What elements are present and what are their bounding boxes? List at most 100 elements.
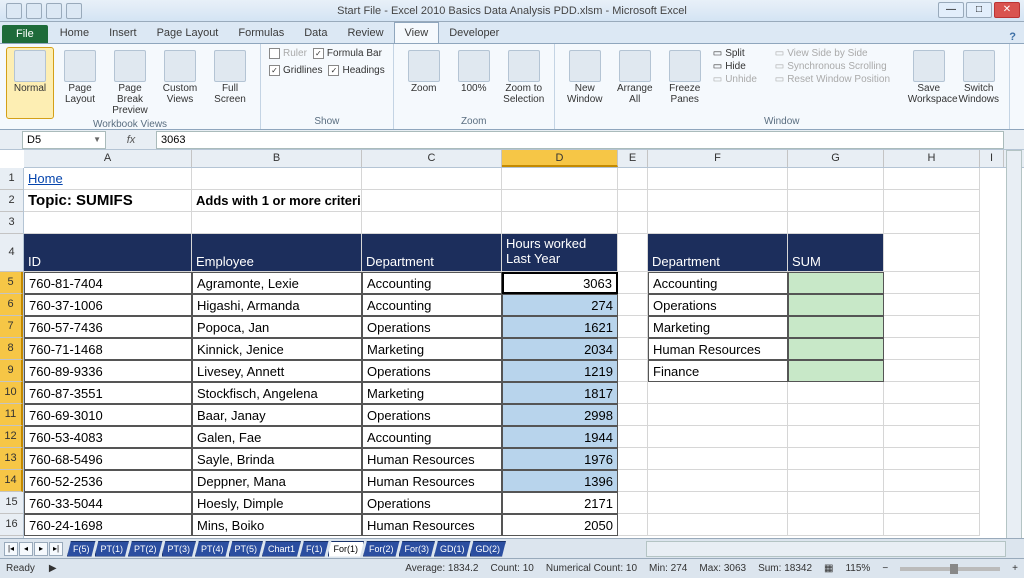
cell-employee[interactable]: Livesey, Annett (192, 360, 362, 382)
side-dept[interactable]: Operations (648, 294, 788, 316)
name-box[interactable]: D5▼ (22, 131, 106, 149)
cell[interactable] (884, 492, 980, 514)
header-department[interactable]: Department (362, 234, 502, 272)
ruler-checkbox[interactable]: Ruler (267, 47, 309, 60)
cell[interactable] (884, 168, 980, 190)
col-header-a[interactable]: A (24, 150, 192, 167)
cell[interactable] (618, 426, 648, 448)
row-header-6[interactable]: 6 (0, 294, 23, 316)
cell-hours[interactable]: 2171 (502, 492, 618, 514)
cell[interactable] (618, 514, 648, 536)
cell-id[interactable]: 760-52-2536 (24, 470, 192, 492)
col-header-e[interactable]: E (618, 150, 648, 167)
cell[interactable] (884, 294, 980, 316)
formula-input[interactable]: 3063 (156, 131, 1004, 149)
tab-developer[interactable]: Developer (439, 23, 509, 43)
cell[interactable] (648, 212, 788, 234)
cell-dept[interactable]: Accounting (362, 294, 502, 316)
cell-id[interactable]: 760-53-4083 (24, 426, 192, 448)
row-header-3[interactable]: 3 (0, 212, 23, 234)
cell-dept[interactable]: Marketing (362, 382, 502, 404)
full-screen-button[interactable]: Full Screen (206, 47, 254, 119)
col-header-i[interactable]: I (980, 150, 1004, 167)
side-dept[interactable]: Marketing (648, 316, 788, 338)
zoom-selection-button[interactable]: Zoom to Selection (500, 47, 548, 108)
horizontal-scrollbar[interactable] (646, 541, 1006, 557)
cell[interactable] (618, 492, 648, 514)
cell-employee[interactable]: Higashi, Armanda (192, 294, 362, 316)
tab-formulas[interactable]: Formulas (228, 23, 294, 43)
prev-sheet-button[interactable]: ◂ (19, 542, 33, 556)
cell-dept[interactable]: Operations (362, 492, 502, 514)
view-normal-icon[interactable]: ▦ (824, 563, 833, 574)
cell[interactable] (618, 168, 648, 190)
cell[interactable] (618, 404, 648, 426)
cell-hours[interactable]: 3063 (502, 272, 618, 294)
cell[interactable] (884, 470, 980, 492)
cell-id[interactable]: 760-24-1698 (24, 514, 192, 536)
zoom-button[interactable]: Zoom (400, 47, 448, 108)
gridlines-checkbox[interactable]: Gridlines (267, 64, 324, 77)
fx-label[interactable]: fx (106, 134, 156, 146)
cell-employee[interactable]: Baar, Janay (192, 404, 362, 426)
row-header-1[interactable]: 1 (0, 168, 23, 190)
cell-dept[interactable]: Human Resources (362, 448, 502, 470)
cell-dept[interactable]: Accounting (362, 426, 502, 448)
sheet-tab-PT(1)[interactable]: PT(1) (95, 541, 130, 557)
tab-data[interactable]: Data (294, 23, 337, 43)
tab-home[interactable]: Home (50, 23, 99, 43)
cell-hours[interactable]: 1219 (502, 360, 618, 382)
cell[interactable] (884, 338, 980, 360)
side-header-dept[interactable]: Department (648, 234, 788, 272)
cell[interactable] (648, 514, 788, 536)
cell[interactable] (648, 492, 788, 514)
side-dept[interactable]: Human Resources (648, 338, 788, 360)
hide-button[interactable]: ▭Hide (711, 60, 771, 73)
cell[interactable] (618, 448, 648, 470)
cell[interactable] (788, 190, 884, 212)
sheet-tab-PT(4)[interactable]: PT(4) (195, 541, 230, 557)
cell[interactable] (648, 168, 788, 190)
cell-employee[interactable]: Hoesly, Dimple (192, 492, 362, 514)
cell[interactable] (884, 426, 980, 448)
cell-dept[interactable]: Human Resources (362, 470, 502, 492)
cell[interactable] (884, 234, 980, 272)
side-sum[interactable] (788, 272, 884, 294)
cell[interactable] (884, 316, 980, 338)
tab-view[interactable]: View (394, 22, 440, 43)
col-header-g[interactable]: G (788, 150, 884, 167)
side-sum[interactable] (788, 360, 884, 382)
row-header-8[interactable]: 8 (0, 338, 23, 360)
sheet-tab-PT(3)[interactable]: PT(3) (162, 541, 197, 557)
spreadsheet-grid[interactable]: A B C D E F G H I 1234567891011121314151… (0, 150, 1024, 538)
cell-topic-desc[interactable]: Adds with 1 or more criteria (192, 190, 362, 212)
cell-id[interactable]: 760-69-3010 (24, 404, 192, 426)
cell-dept[interactable]: Human Resources (362, 514, 502, 536)
cell-dept[interactable]: Operations (362, 360, 502, 382)
cell[interactable] (24, 212, 192, 234)
sheet-tab-PT(5)[interactable]: PT(5) (229, 541, 264, 557)
cell-employee[interactable]: Popoca, Jan (192, 316, 362, 338)
cell-dept[interactable]: Accounting (362, 272, 502, 294)
new-window-button[interactable]: New Window (561, 47, 609, 108)
header-id[interactable]: ID (24, 234, 192, 272)
minimize-button[interactable]: — (938, 2, 964, 18)
help-icon[interactable]: ? (1009, 31, 1016, 43)
cell-id[interactable]: 760-33-5044 (24, 492, 192, 514)
cell[interactable] (788, 426, 884, 448)
tab-insert[interactable]: Insert (99, 23, 147, 43)
cell[interactable] (884, 212, 980, 234)
cell[interactable] (648, 382, 788, 404)
cell[interactable] (788, 212, 884, 234)
cell[interactable] (618, 338, 648, 360)
chevron-down-icon[interactable]: ▼ (93, 135, 101, 144)
headings-checkbox[interactable]: Headings (326, 64, 386, 77)
cell-employee[interactable]: Mins, Boiko (192, 514, 362, 536)
cell-hours[interactable]: 274 (502, 294, 618, 316)
cell[interactable] (502, 212, 618, 234)
cell[interactable] (502, 190, 618, 212)
zoom-slider[interactable] (900, 567, 1000, 571)
cell-hours[interactable]: 1396 (502, 470, 618, 492)
cell[interactable] (788, 382, 884, 404)
cell-id[interactable]: 760-37-1006 (24, 294, 192, 316)
